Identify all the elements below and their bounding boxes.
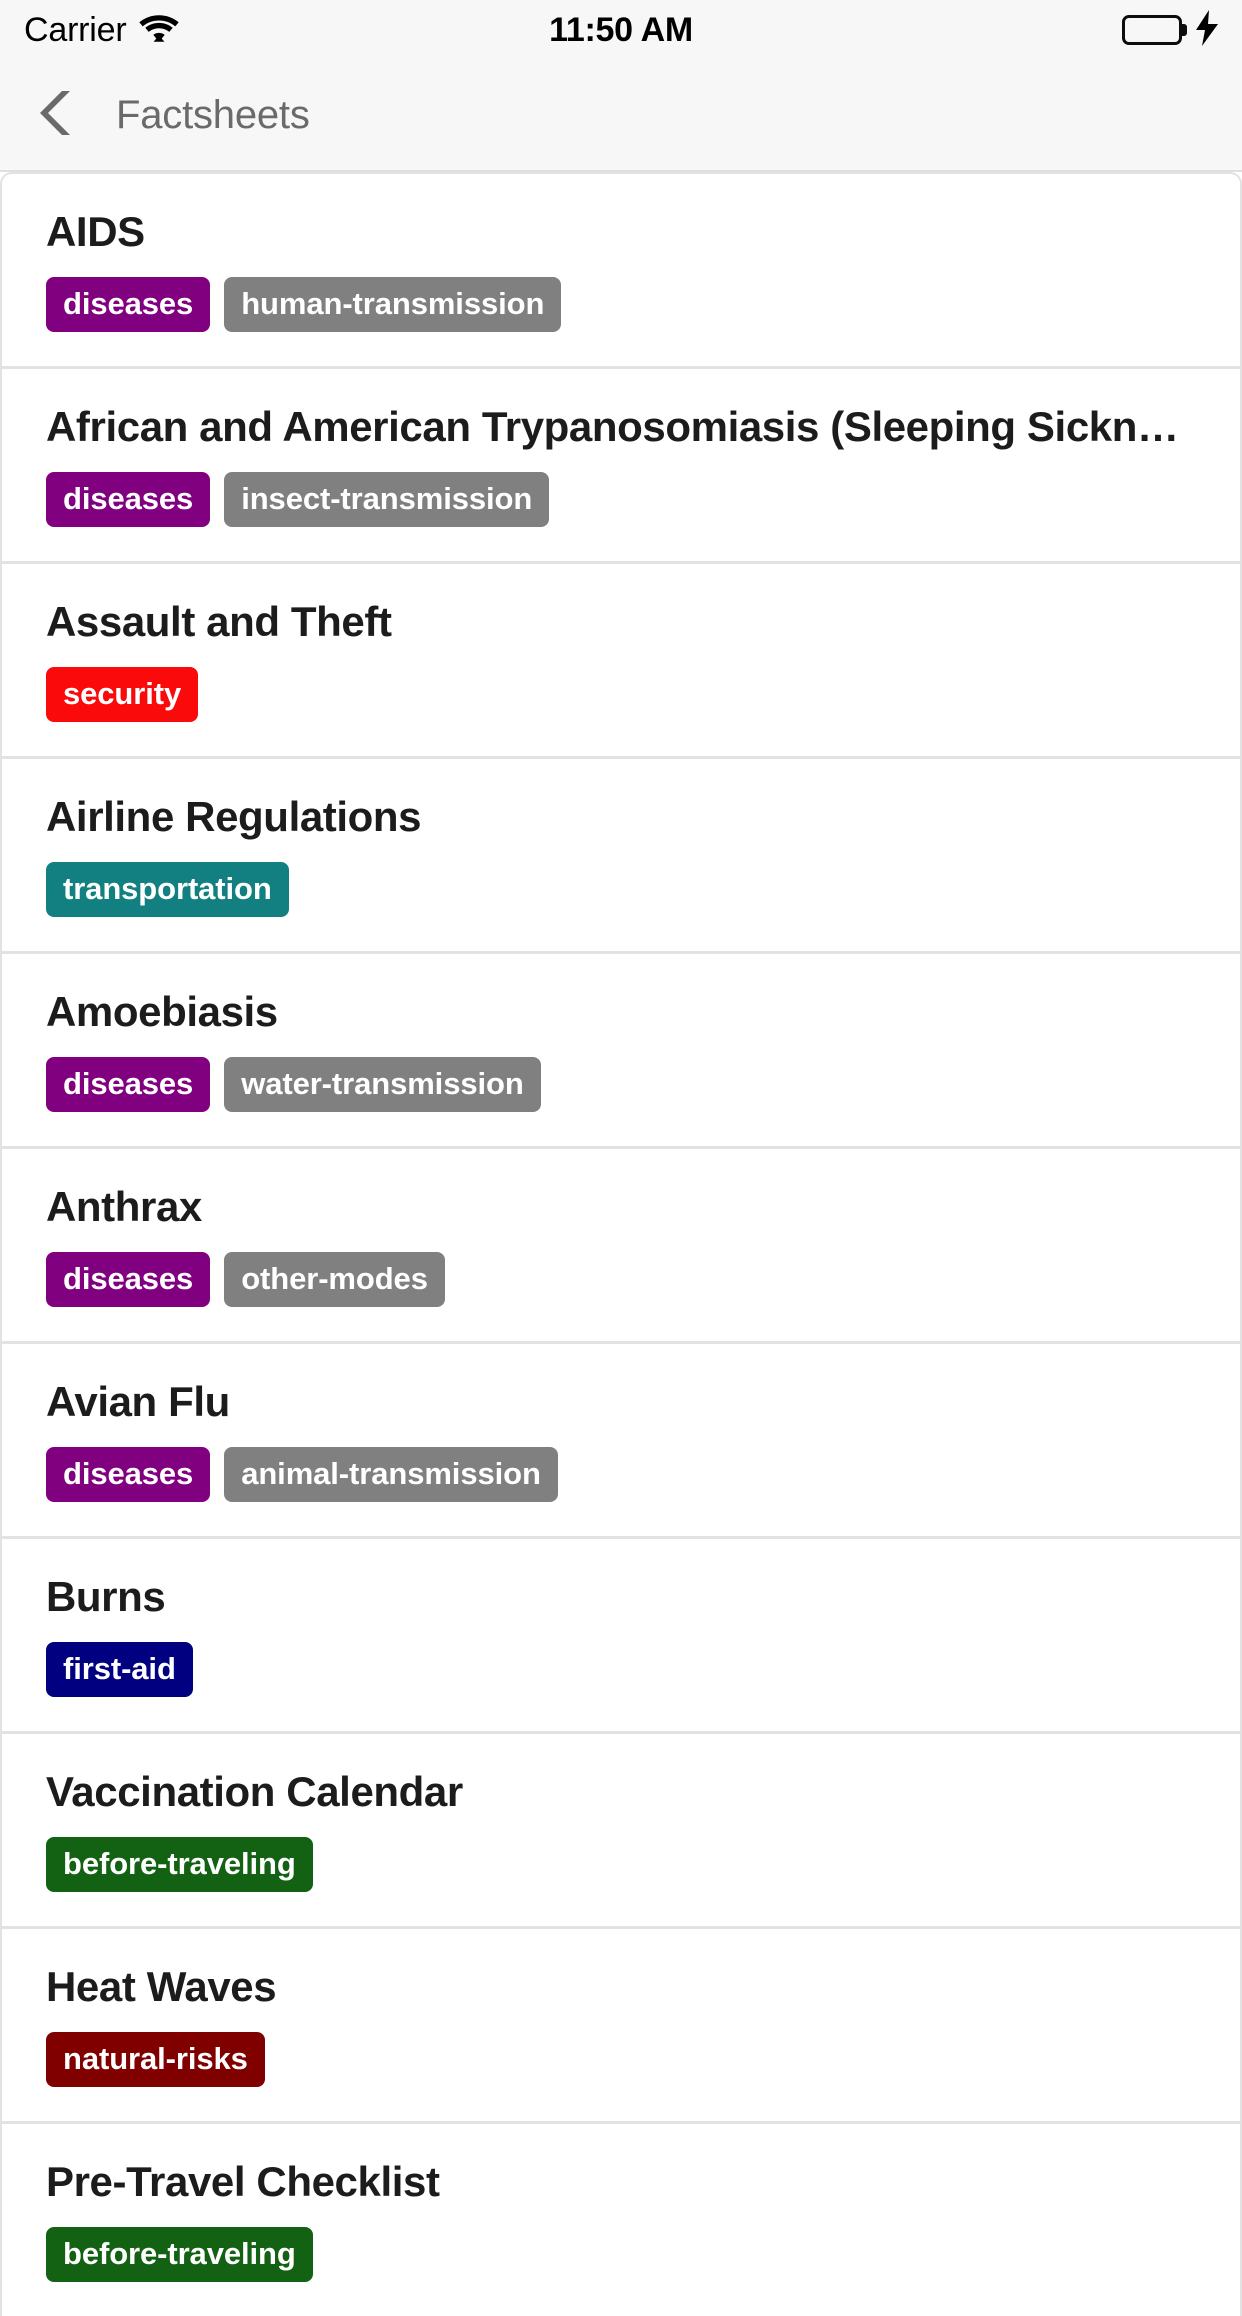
tag-badge: diseases [46,1057,211,1113]
wifi-icon [138,13,179,48]
tag-row: natural-risks [46,2032,1202,2088]
list-item-title: Amoebiasis [46,988,278,1036]
list-item-title: Vaccination Calendar [46,1768,463,1816]
list-item-title: African and American Trypanosomiasis (Sl… [46,403,1179,451]
carrier-label: Carrier [24,11,127,49]
tag-badge: before-traveling [46,1837,313,1893]
tag-badge: transportation [46,862,289,918]
list-item[interactable]: AIDS diseases human-transmission [2,174,1240,370]
tag-row: before-traveling [46,1837,1202,1893]
tag-badge: diseases [46,1447,211,1503]
tag-row: diseases water-transmission [46,1057,1202,1113]
tag-badge: diseases [46,1252,211,1308]
list-item-title: Burns [46,1573,166,1621]
tag-row: diseases insect-transmission [46,472,1202,528]
list-item[interactable]: Pre-Travel Checklist before-traveling [2,2124,1240,2316]
list-item-title: Pre-Travel Checklist [46,2158,440,2206]
tag-row: security [46,667,1202,723]
list-item-title: Avian Flu [46,1378,230,1426]
tag-row: diseases animal-transmission [46,1447,1202,1503]
list-item[interactable]: Burns first-aid [2,1539,1240,1735]
list-item[interactable]: African and American Trypanosomiasis (Sl… [2,369,1240,565]
list-item-title: Anthrax [46,1183,202,1231]
list-item[interactable]: Heat Waves natural-risks [2,1929,1240,2125]
battery-icon [1122,15,1187,45]
status-bar-left: Carrier [24,13,622,48]
page-title: Factsheets [116,93,310,137]
tag-badge: security [46,667,199,723]
tag-row: diseases human-transmission [46,277,1202,333]
list-item-title: Airline Regulations [46,793,422,841]
status-bar-right [622,9,1220,51]
tag-badge: animal-transmission [224,1447,558,1503]
tag-badge: insect-transmission [224,472,550,528]
tag-badge: diseases [46,277,211,333]
list-item[interactable]: Airline Regulations transportation [2,759,1240,955]
tag-badge: water-transmission [224,1057,541,1113]
list-item[interactable]: Avian Flu diseases animal-transmission [2,1344,1240,1540]
tag-row: first-aid [46,1642,1202,1698]
list-item[interactable]: Amoebiasis diseases water-transmission [2,954,1240,1150]
factsheet-list[interactable]: AIDS diseases human-transmission African an… [0,172,1242,2316]
tag-badge: natural-risks [46,2032,265,2088]
list-item-title: Heat Waves [46,1963,277,2011]
list-item[interactable]: Anthrax diseases other-modes [2,1149,1240,1345]
tag-row: diseases other-modes [46,1252,1202,1308]
tag-badge: diseases [46,472,211,528]
chevron-left-icon [36,87,80,144]
tag-row: transportation [46,862,1202,918]
navigation-bar: Factsheets [0,60,1242,172]
list-item[interactable]: Assault and Theft security [2,564,1240,760]
back-button[interactable] [36,77,94,154]
list-item-title: AIDS [46,208,145,255]
battery-cap [1182,24,1187,36]
tag-row: before-traveling [46,2227,1202,2283]
tag-badge: first-aid [46,1642,193,1698]
status-bar: Carrier 11:50 AM [0,0,1242,60]
tag-badge: other-modes [224,1252,445,1308]
lightning-bolt-icon [1194,9,1220,51]
list-item-title: Assault and Theft [46,598,392,646]
tag-badge: human-transmission [224,277,562,333]
list-item[interactable]: Vaccination Calendar before-traveling [2,1734,1240,1930]
tag-badge: before-traveling [46,2227,313,2283]
